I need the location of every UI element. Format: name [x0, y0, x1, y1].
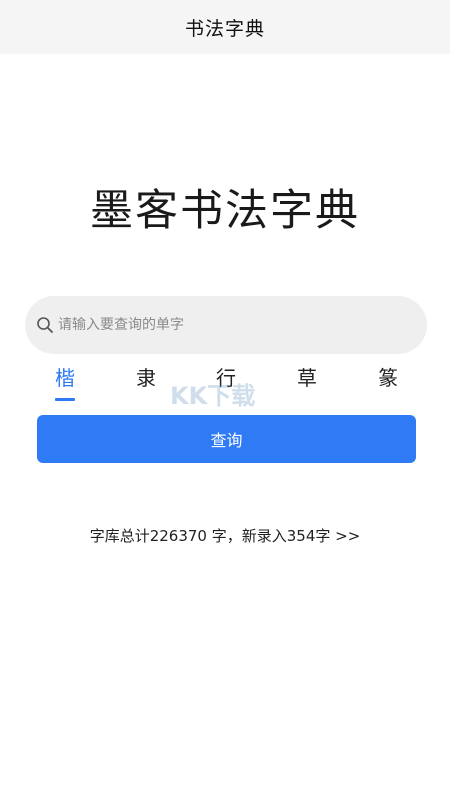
active-tab-indicator: [55, 398, 75, 401]
search-icon: [36, 316, 54, 334]
topbar-title: 书法字典: [184, 17, 265, 40]
tab-li[interactable]: 隶: [126, 362, 166, 391]
tab-kai[interactable]: 楷: [45, 362, 85, 401]
tab-label: 行: [216, 366, 236, 390]
query-button[interactable]: 查询: [37, 415, 416, 463]
tab-label: 楷: [55, 366, 75, 390]
tab-cao[interactable]: 草: [287, 362, 327, 391]
search-box[interactable]: [25, 296, 427, 354]
tab-label: 隶: [136, 366, 156, 390]
page-title: 墨客书法字典: [90, 186, 360, 236]
search-input[interactable]: [58, 317, 398, 333]
tab-label: 篆: [378, 366, 398, 390]
script-style-tabs: 楷 隶 行 草 篆: [25, 362, 425, 404]
tab-zhuan[interactable]: 篆: [368, 362, 408, 391]
tab-xing[interactable]: 行: [206, 362, 246, 391]
library-stats-link[interactable]: 字库总计226370 字，新录入354字 >>: [0, 525, 450, 546]
tab-label: 草: [297, 366, 317, 390]
top-bar: 书法字典: [0, 0, 450, 54]
